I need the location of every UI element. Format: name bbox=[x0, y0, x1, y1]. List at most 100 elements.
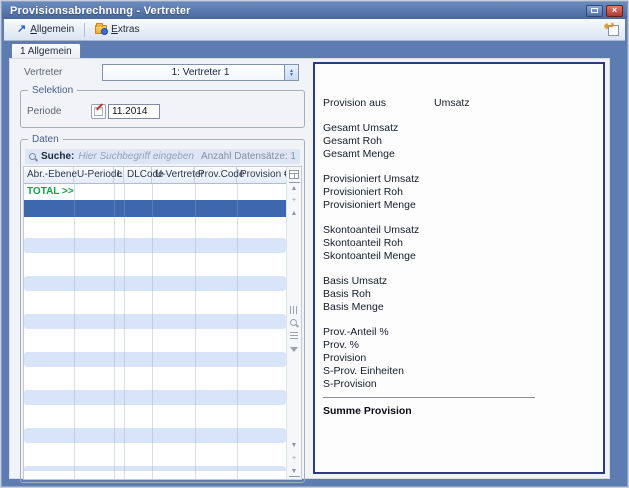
app-window: Provisionsabrechnung - Vertreter × ↗ All… bbox=[1, 1, 628, 487]
export-arrow-glyph: ↩ bbox=[604, 20, 614, 32]
detail-row: Prov.-Anteil % bbox=[323, 325, 603, 338]
detail-row: Basis Umsatz bbox=[323, 274, 603, 287]
detail-row: Provisioniert Umsatz bbox=[323, 172, 603, 185]
table-row[interactable] bbox=[24, 293, 286, 312]
detail-row: Skontoanteil Roh bbox=[323, 236, 603, 249]
detail-row: Provisioniert Menge bbox=[323, 198, 603, 211]
table-row[interactable] bbox=[24, 314, 286, 329]
provision-aus-value: Umsatz bbox=[434, 97, 470, 109]
col-u-vertreter[interactable]: U-Vertreter bbox=[152, 167, 195, 183]
detail-row: Gesamt Umsatz bbox=[323, 121, 603, 134]
row-add-bottom-icon[interactable]: + bbox=[289, 453, 300, 464]
detail-row-provision-aus: Provision aus Umsatz bbox=[323, 96, 603, 109]
table-row-selected[interactable] bbox=[24, 200, 286, 217]
table-side-toolbar: ▲ + ▲ ▼ + ▼ bbox=[286, 167, 301, 479]
data-table: Abr.-Ebene U-Periode L DLCode U-Vertrete… bbox=[23, 166, 302, 480]
filter-icon[interactable] bbox=[289, 344, 300, 355]
calendar-picker-button[interactable] bbox=[91, 104, 106, 119]
search-icon bbox=[29, 153, 37, 161]
table-row[interactable] bbox=[24, 276, 286, 291]
move-down-icon[interactable]: ▼ bbox=[289, 440, 300, 451]
restore-icon[interactable] bbox=[586, 5, 603, 17]
selektion-groupbox: Selektion Periode bbox=[20, 90, 305, 128]
detail-row: Gesamt Roh bbox=[323, 134, 603, 147]
col-abr-ebene[interactable]: Abr.-Ebene bbox=[24, 167, 74, 183]
table-row[interactable] bbox=[24, 466, 286, 471]
table-row[interactable] bbox=[24, 217, 286, 236]
titlebar[interactable]: Provisionsabrechnung - Vertreter × bbox=[2, 2, 627, 19]
search-label: Suche: bbox=[41, 151, 74, 162]
arrow-up-right-icon: ↗ bbox=[17, 24, 26, 35]
move-up-icon[interactable]: ▲ bbox=[289, 208, 300, 219]
table-row[interactable] bbox=[24, 369, 286, 388]
extras-folder-icon bbox=[95, 25, 107, 34]
search-input[interactable] bbox=[78, 151, 197, 162]
window-title: Provisionsabrechnung - Vertreter bbox=[10, 5, 586, 17]
detail-row: Basis Menge bbox=[323, 300, 603, 313]
table-row[interactable] bbox=[24, 238, 286, 253]
search-bar: Suche: Anzahl Datensätze: 1 bbox=[25, 149, 300, 164]
calendar-icon bbox=[94, 107, 103, 116]
col-u-periode[interactable]: U-Periode bbox=[74, 167, 114, 183]
columns-view-icon[interactable] bbox=[289, 305, 300, 316]
detail-row: Provision bbox=[323, 351, 603, 364]
scroll-to-bottom-icon[interactable]: ▼ bbox=[289, 466, 300, 477]
menu-extras[interactable]: Extras bbox=[88, 22, 146, 37]
menu-allgemein-label: Allgemein bbox=[30, 24, 74, 35]
detail-row: Gesamt Menge bbox=[323, 147, 603, 160]
left-column: Vertreter 1: Vertreter 1 ▲ ▼ Selektion P… bbox=[20, 64, 305, 483]
screen-frame: Provisionsabrechnung - Vertreter × ↗ All… bbox=[0, 0, 629, 488]
detail-row: S-Provision bbox=[323, 377, 603, 390]
spinner-down-icon: ▼ bbox=[289, 73, 294, 77]
table-row[interactable] bbox=[24, 255, 286, 274]
periode-row: Periode bbox=[27, 104, 160, 119]
export-icon[interactable]: ↩ bbox=[605, 23, 619, 36]
col-l[interactable]: L bbox=[114, 167, 124, 183]
table-row-total[interactable]: TOTAL >> bbox=[24, 184, 286, 200]
tab-allgemein[interactable]: 1 Allgemein bbox=[11, 43, 81, 59]
table-row[interactable] bbox=[24, 428, 286, 443]
col-prov-code[interactable]: Prov.Code bbox=[195, 167, 237, 183]
vertreter-spinner[interactable]: ▲ ▼ bbox=[284, 65, 298, 80]
zoom-icon[interactable] bbox=[289, 318, 300, 329]
table-body: TOTAL >> bbox=[24, 184, 286, 479]
sum-divider bbox=[323, 397, 535, 398]
detail-row: Basis Roh bbox=[323, 287, 603, 300]
scroll-to-top-icon[interactable]: ▲ bbox=[289, 182, 300, 193]
detail-panel: Provision aus Umsatz Gesamt Umsatz Gesam… bbox=[313, 62, 605, 474]
close-icon[interactable]: × bbox=[606, 5, 623, 17]
column-chooser-icon[interactable] bbox=[289, 169, 300, 180]
selektion-title: Selektion bbox=[28, 85, 77, 96]
menu-allgemein[interactable]: ↗ Allgemein bbox=[10, 22, 81, 37]
summe-provision-label: Summe Provision bbox=[323, 405, 603, 417]
table-row[interactable] bbox=[24, 390, 286, 405]
detail-row: S-Prov. Einheiten bbox=[323, 364, 603, 377]
row-add-icon[interactable]: + bbox=[289, 195, 300, 206]
vertreter-dropdown[interactable]: 1: Vertreter 1 ▲ ▼ bbox=[102, 64, 299, 81]
table-row[interactable] bbox=[24, 445, 286, 464]
table-row[interactable] bbox=[24, 352, 286, 367]
record-count: Anzahl Datensätze: 1 bbox=[201, 151, 296, 162]
daten-groupbox: Daten Suche: Anzahl Datensätze: 1 Abr.-E… bbox=[20, 139, 305, 483]
vertreter-label: Vertreter bbox=[20, 67, 102, 78]
rows-view-icon[interactable] bbox=[289, 331, 300, 342]
restore-glyph bbox=[591, 8, 598, 13]
table-row[interactable] bbox=[24, 331, 286, 350]
detail-row: Skontoanteil Menge bbox=[323, 249, 603, 262]
menu-separator bbox=[84, 23, 85, 37]
detail-row: Prov. % bbox=[323, 338, 603, 351]
menu-bar: ↗ Allgemein Extras ↩ bbox=[4, 19, 625, 41]
periode-input[interactable] bbox=[108, 104, 160, 119]
vertreter-field-row: Vertreter 1: Vertreter 1 ▲ ▼ bbox=[20, 64, 305, 81]
detail-lines: Provision aus Umsatz Gesamt Umsatz Gesam… bbox=[315, 64, 603, 417]
detail-row: Provisioniert Roh bbox=[323, 185, 603, 198]
detail-row: Skontoanteil Umsatz bbox=[323, 223, 603, 236]
periode-label: Periode bbox=[27, 106, 91, 117]
total-row-label: TOTAL >> bbox=[27, 186, 74, 197]
col-dlcode[interactable]: DLCode bbox=[124, 167, 152, 183]
table-row[interactable] bbox=[24, 407, 286, 426]
col-provision[interactable]: Provision € bbox=[237, 167, 289, 183]
content-panel: Vertreter 1: Vertreter 1 ▲ ▼ Selektion P… bbox=[9, 58, 610, 479]
tab-strip: 1 Allgemein bbox=[11, 43, 81, 59]
daten-title: Daten bbox=[28, 134, 63, 145]
